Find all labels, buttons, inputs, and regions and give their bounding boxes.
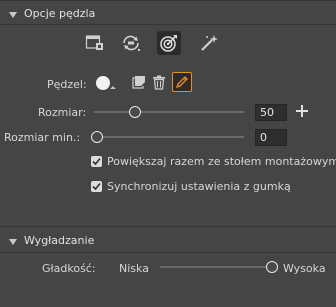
scale-with-artboard-label[interactable]: Powiększaj razem ze stołem montażowym bbox=[107, 155, 336, 168]
size-input[interactable]: 50 bbox=[255, 104, 287, 121]
trash-icon[interactable] bbox=[150, 73, 168, 91]
section-title: Opcje pędzla bbox=[24, 7, 96, 20]
collapse-triangle-icon[interactable] bbox=[9, 12, 17, 18]
smoothness-high-label: Wysoka bbox=[283, 262, 326, 275]
size-slider-track bbox=[94, 111, 244, 113]
min-size-slider-knob[interactable] bbox=[91, 131, 103, 143]
target-brush-icon[interactable] bbox=[157, 31, 181, 55]
brush-label: Pędzel: bbox=[47, 78, 87, 91]
new-brush-icon[interactable] bbox=[130, 73, 148, 91]
smoothness-label: Gładkość: bbox=[42, 262, 96, 275]
min-size-label: Rozmiar min.: bbox=[4, 131, 81, 144]
brush-options-header[interactable]: Opcje pędzla bbox=[0, 5, 336, 23]
header-divider bbox=[0, 24, 336, 25]
scale-with-artboard-checkbox[interactable] bbox=[91, 156, 102, 167]
airbrush-icon[interactable] bbox=[120, 32, 142, 54]
section-title: Wygładzanie bbox=[24, 234, 95, 247]
top-divider bbox=[0, 0, 336, 1]
brush-tip-picker[interactable] bbox=[96, 75, 116, 93]
min-size-slider-track bbox=[91, 136, 244, 138]
smoothness-low-label: Niska bbox=[119, 262, 149, 275]
brush-tip-icon bbox=[96, 76, 110, 90]
smoothness-slider[interactable] bbox=[160, 259, 278, 275]
size-slider-knob[interactable] bbox=[129, 106, 141, 118]
section-divider bbox=[0, 226, 336, 227]
min-size-slider[interactable] bbox=[91, 129, 244, 145]
smoothness-slider-track bbox=[160, 266, 272, 268]
sync-with-eraser-label[interactable]: Synchronizuj ustawienia z gumką bbox=[107, 180, 291, 193]
increase-size-icon[interactable] bbox=[296, 105, 308, 117]
header-divider bbox=[0, 252, 336, 253]
min-size-input[interactable]: 0 bbox=[255, 129, 287, 146]
smoothing-header[interactable]: Wygładzanie bbox=[0, 233, 336, 251]
dropdown-arrow-icon bbox=[110, 86, 116, 92]
smoothness-slider-knob[interactable] bbox=[266, 261, 278, 273]
collapse-triangle-icon[interactable] bbox=[9, 239, 17, 245]
brush-preset-icon[interactable] bbox=[84, 32, 106, 54]
magic-brush-icon[interactable] bbox=[198, 32, 220, 54]
size-slider[interactable] bbox=[94, 104, 244, 120]
sync-with-eraser-checkbox[interactable] bbox=[91, 181, 102, 192]
pencil-icon[interactable] bbox=[172, 72, 192, 92]
size-label: Rozmiar: bbox=[38, 106, 87, 119]
